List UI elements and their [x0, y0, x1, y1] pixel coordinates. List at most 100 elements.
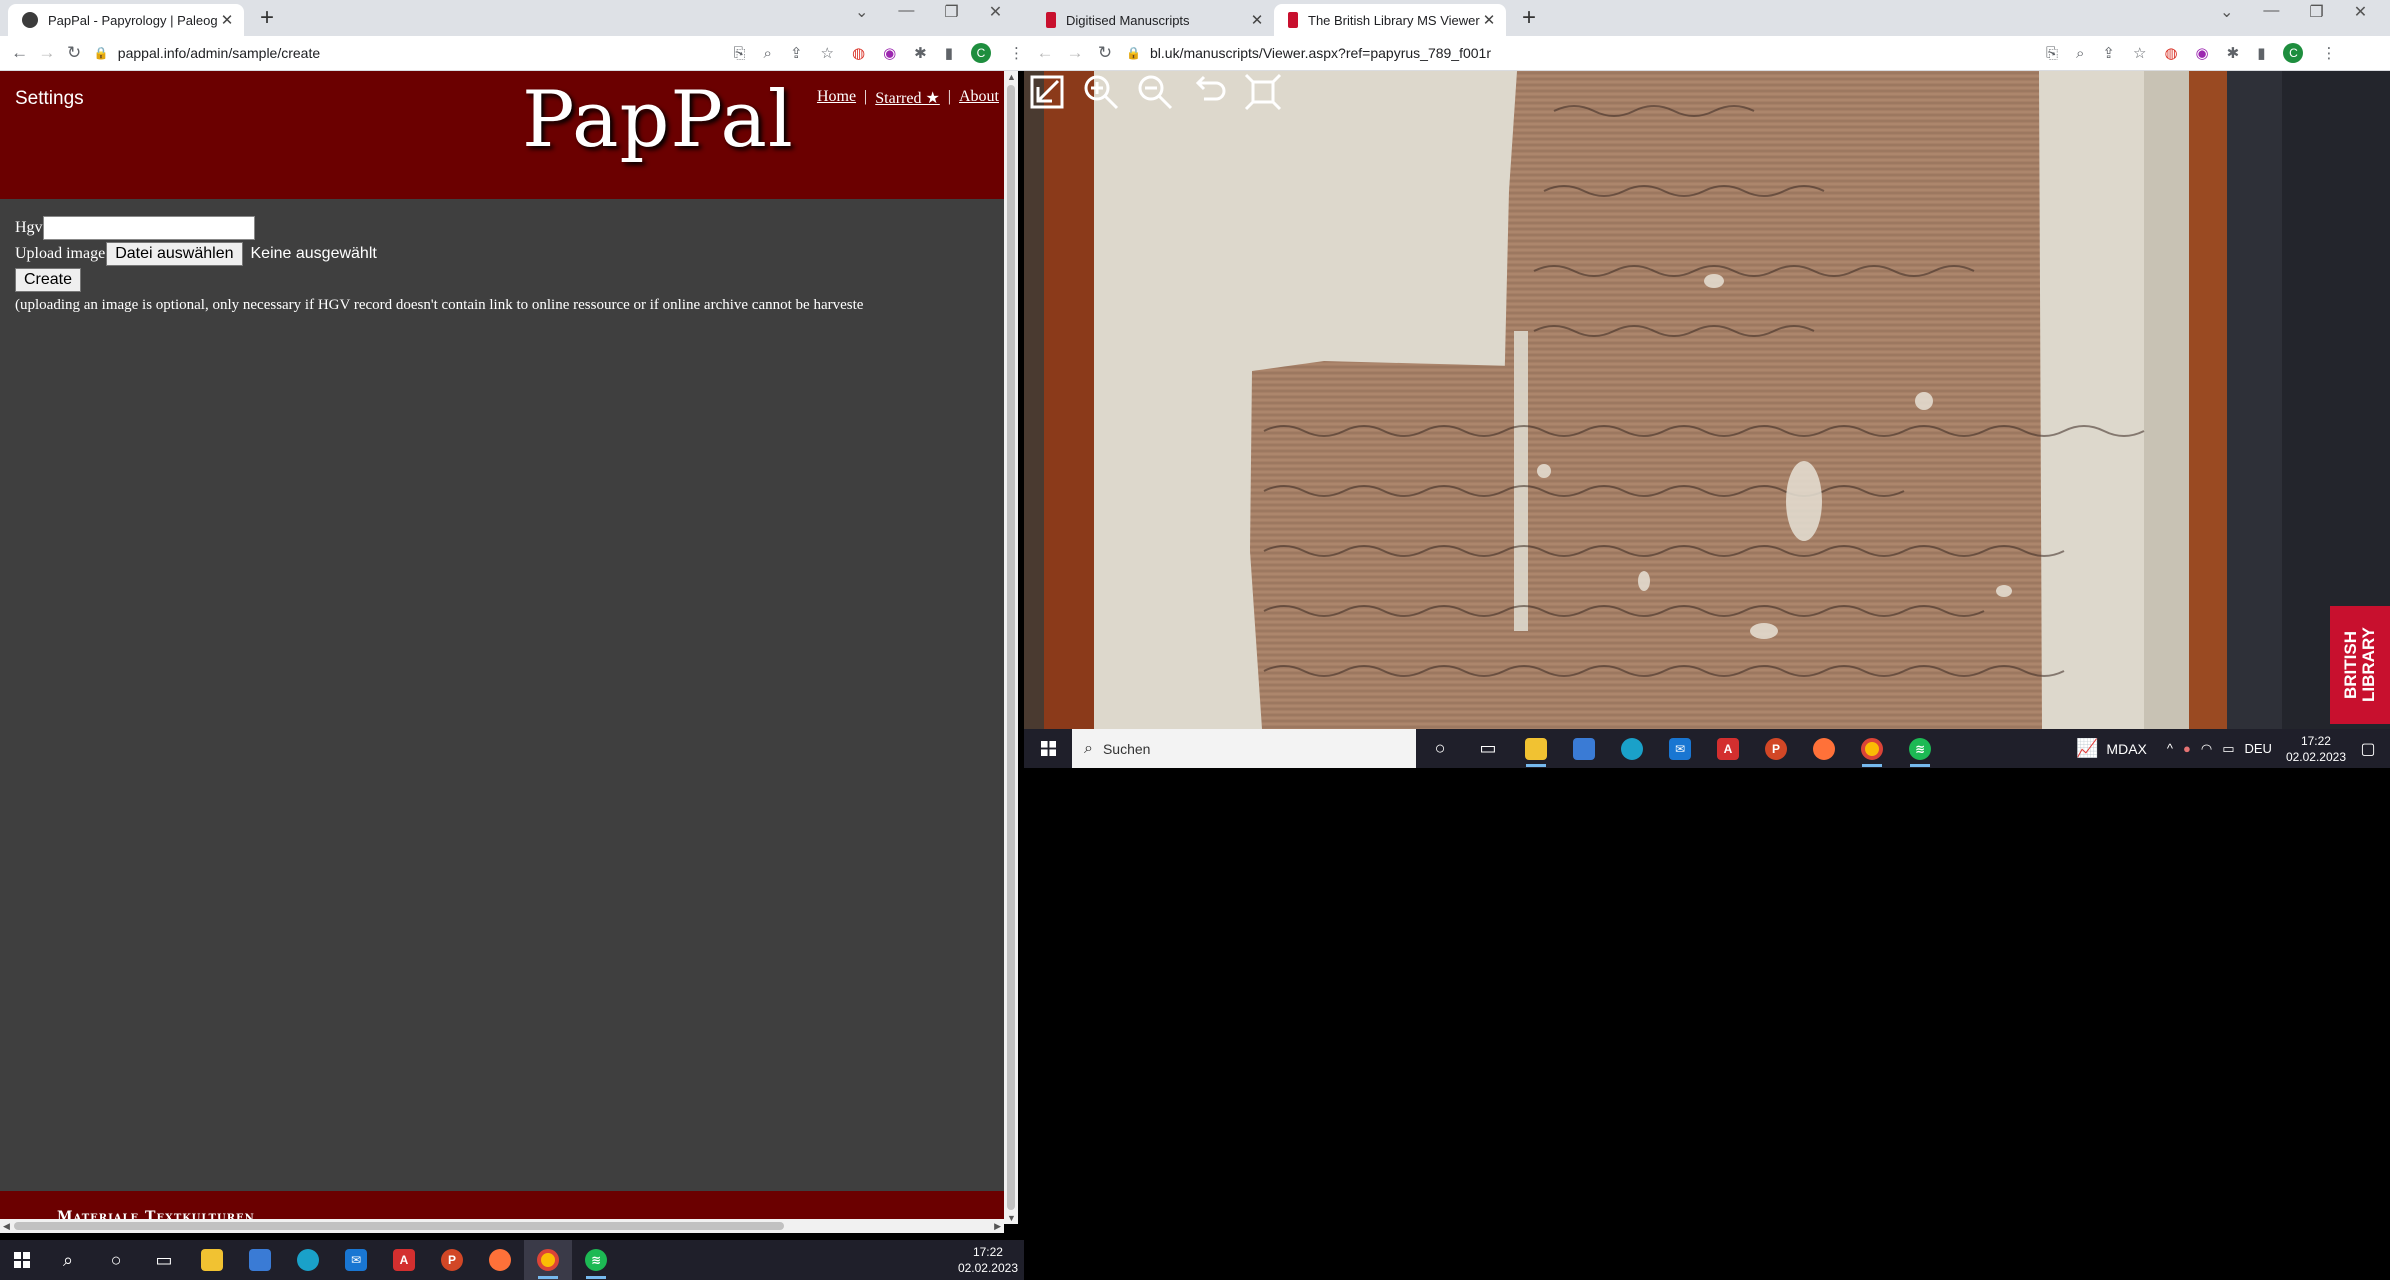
fullscreen-icon[interactable] [1244, 73, 1282, 111]
firefox-icon[interactable] [476, 1240, 524, 1280]
profile-avatar[interactable]: C [971, 43, 992, 63]
zoom-out-icon[interactable] [1136, 73, 1174, 111]
edge-icon[interactable] [284, 1240, 332, 1280]
create-button[interactable]: Create [15, 268, 82, 292]
bookmark-star-icon[interactable]: ☆ [2133, 44, 2146, 62]
reload-icon[interactable]: ↻ [61, 43, 88, 63]
tab-pappal[interactable]: PapPal - Papyrology | Paleography ✕ [8, 4, 244, 36]
british-library-logo[interactable]: BRITISH LIBRARY [2330, 606, 2390, 724]
network-status-icon[interactable]: ● [2183, 741, 2191, 756]
powerpoint-icon[interactable]: P [428, 1240, 476, 1280]
sidepanel-icon[interactable]: ▮ [945, 44, 953, 62]
bookmark-star-icon[interactable]: ☆ [821, 44, 834, 62]
close-window-icon[interactable]: ✕ [2354, 2, 2367, 22]
back-icon[interactable]: ← [6, 43, 33, 63]
nav-starred-link[interactable]: Starred ★ [875, 88, 940, 108]
minimize-icon[interactable]: — [898, 2, 914, 22]
exit-viewer-icon[interactable] [1028, 73, 1066, 111]
address-bar[interactable]: 🔒 bl.uk/manuscripts/Viewer.aspx?ref=papy… [1126, 36, 2006, 71]
address-bar[interactable]: 🔒 pappal.info/admin/sample/create [94, 36, 594, 71]
start-windows-icon[interactable] [0, 1240, 44, 1280]
choose-file-button[interactable]: Datei auswählen [106, 242, 243, 266]
close-tab-icon[interactable]: ✕ [1248, 11, 1266, 29]
nav-home-link[interactable]: Home [817, 88, 856, 108]
cortana-icon[interactable]: ○ [1416, 729, 1464, 768]
sidepanel-icon[interactable]: ▮ [2257, 44, 2265, 62]
taskbar-search-box[interactable]: ⌕ Suchen [1072, 729, 1416, 768]
restore-icon[interactable]: ❐ [944, 2, 958, 22]
tab-search-icon[interactable]: ⌄ [855, 2, 868, 22]
pappal-logo[interactable]: PapPal [522, 75, 794, 165]
zoom-icon[interactable]: ⌕ [764, 45, 772, 62]
spotify-icon[interactable]: ≋ [1896, 729, 1944, 768]
notifications-icon[interactable]: ▢ [2346, 729, 2390, 768]
taskbar-clock[interactable]: 17:22 02.02.2023 [2286, 733, 2346, 765]
mail-icon[interactable]: ✉ [332, 1240, 380, 1280]
scroll-down-icon[interactable]: ▼ [1007, 1213, 1016, 1223]
reload-icon[interactable]: ↻ [1090, 43, 1120, 63]
hgv-input[interactable] [42, 216, 255, 240]
scroll-up-icon[interactable]: ▲ [1007, 72, 1016, 82]
spotify-icon[interactable]: ≋ [572, 1240, 620, 1280]
horizontal-scrollbar[interactable]: ◀ ▶ [0, 1219, 1004, 1233]
search-icon[interactable]: ⌕ [44, 1240, 92, 1280]
powerpoint-icon[interactable]: P [1752, 729, 1800, 768]
edge-icon[interactable] [1608, 729, 1656, 768]
zoom-icon[interactable]: ⌕ [2076, 45, 2084, 62]
close-tab-icon[interactable]: ✕ [218, 11, 236, 29]
tab-search-icon[interactable]: ⌄ [2220, 2, 2233, 22]
file-explorer-icon[interactable] [1512, 729, 1560, 768]
file-explorer-icon[interactable] [188, 1240, 236, 1280]
scroll-left-icon[interactable]: ◀ [3, 1221, 10, 1232]
profile-avatar[interactable]: C [2283, 43, 2304, 63]
acrobat-icon[interactable]: A [380, 1240, 428, 1280]
extensions-puzzle-icon[interactable]: ✱ [914, 44, 927, 62]
acrobat-icon[interactable]: A [1704, 729, 1752, 768]
tab-digitised-manuscripts[interactable]: Digitised Manuscripts ✕ [1032, 4, 1274, 36]
share-icon[interactable]: ⇪ [790, 44, 803, 62]
battery-icon[interactable]: ▭ [2222, 741, 2234, 757]
tray-overflow-icon[interactable]: ^ [2167, 741, 2173, 756]
mail-icon[interactable]: ✉ [1656, 729, 1704, 768]
language-indicator[interactable]: DEU [2244, 741, 2271, 756]
chrome-icon[interactable] [524, 1240, 572, 1280]
back-icon[interactable]: ← [1030, 43, 1060, 63]
taskbar-clock[interactable]: 17:22 02.02.2023 [958, 1244, 1018, 1276]
translate-icon[interactable]: ⎘ [734, 45, 746, 62]
new-tab-icon[interactable]: + [1522, 6, 1536, 30]
restore-icon[interactable]: ❐ [2309, 2, 2323, 22]
chrome-icon[interactable] [1848, 729, 1896, 768]
stock-widget[interactable]: 📈 MDAX [2076, 738, 2147, 759]
close-window-icon[interactable]: ✕ [989, 2, 1002, 22]
lock-icon[interactable]: 🔒 [94, 46, 110, 60]
tab-bl-ms-viewer[interactable]: The British Library MS Viewer ✕ [1274, 4, 1506, 36]
minimize-icon[interactable]: — [2263, 2, 2279, 22]
cortana-icon[interactable]: ○ [92, 1240, 140, 1280]
store-icon[interactable] [1560, 729, 1608, 768]
settings-link[interactable]: Settings [15, 88, 84, 110]
forward-icon[interactable]: → [33, 43, 60, 63]
scroll-right-icon[interactable]: ▶ [994, 1221, 1001, 1232]
task-view-icon[interactable]: ▭ [1464, 729, 1512, 768]
close-tab-icon[interactable]: ✕ [1480, 11, 1498, 29]
papyrus-image[interactable] [1024, 71, 2390, 729]
store-icon[interactable] [236, 1240, 284, 1280]
new-tab-icon[interactable]: + [260, 6, 274, 30]
forward-icon[interactable]: → [1060, 43, 1090, 63]
vertical-scroll-thumb[interactable] [1007, 85, 1015, 1210]
share-icon[interactable]: ⇪ [2102, 44, 2115, 62]
firefox-icon[interactable] [1800, 729, 1848, 768]
wifi-icon[interactable]: ◠ [2201, 741, 2212, 757]
vertical-scrollbar[interactable]: ▲ ▼ [1004, 71, 1018, 1224]
nav-about-link[interactable]: About [959, 88, 999, 108]
extension-purple-icon[interactable]: ◉ [883, 44, 896, 62]
menu-kebab-icon[interactable]: ⋮ [1009, 44, 1024, 62]
menu-kebab-icon[interactable]: ⋮ [2321, 44, 2336, 62]
extensions-puzzle-icon[interactable]: ✱ [2227, 44, 2240, 62]
horizontal-scroll-thumb[interactable] [14, 1222, 784, 1230]
extension-purple-icon[interactable]: ◉ [2196, 44, 2209, 62]
translate-icon[interactable]: ⎘ [2046, 45, 2058, 62]
lock-icon[interactable]: 🔒 [1126, 46, 1142, 60]
start-windows-icon[interactable] [1024, 729, 1072, 768]
task-view-icon[interactable]: ▭ [140, 1240, 188, 1280]
